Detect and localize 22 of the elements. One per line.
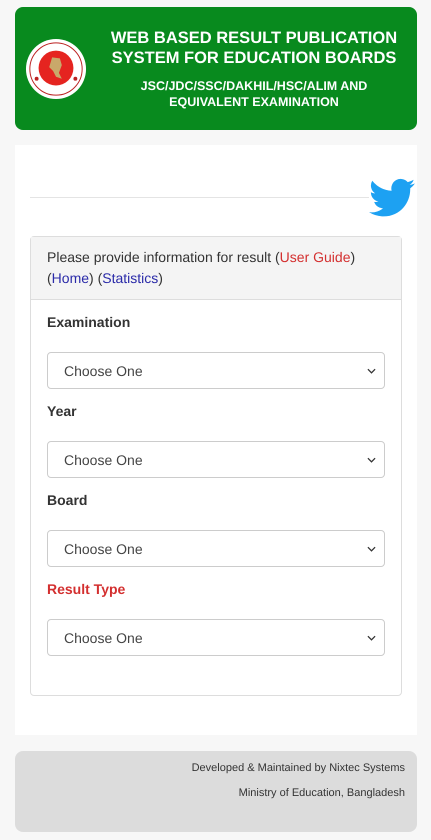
intro-text: Please provide information for result (User Guide) (Home) (Statistics): [47, 248, 356, 288]
dropdown-field[interactable]: Choose One: [47, 530, 385, 567]
chevron-icon: [367, 368, 376, 374]
field-label: Result Type: [47, 581, 126, 597]
dropdown-field[interactable]: Choose One: [47, 352, 385, 389]
chevron-icon: [367, 634, 376, 640]
site-subtitle: JSC/JDC/SSC/DAKHIL/HSC/ALIM AND EQUIVALENT EXAMINATION: [140, 78, 368, 110]
link[interactable]: User Guide: [280, 249, 350, 265]
footer-text: Ministry of Education, Bangladesh: [238, 786, 405, 800]
site-title: WEB BASED RESULT PUBLICATION SYSTEM FOR EDUCATION BOARDS: [110, 28, 398, 68]
bird-icon[interactable]: [369, 178, 415, 218]
chevron-icon: [367, 456, 376, 462]
footer-text: Developed & Maintained by Nixtec Systems: [190, 761, 405, 775]
field-label: Board: [47, 492, 88, 508]
dropdown-field[interactable]: Choose One: [47, 441, 385, 478]
field-label: Year: [47, 403, 78, 419]
dropdown-field[interactable]: Choose One: [47, 619, 385, 656]
chevron-icon: [367, 546, 376, 552]
field-label: Examination: [47, 314, 132, 330]
link[interactable]: Statistics: [102, 270, 158, 286]
link[interactable]: Home: [52, 270, 90, 286]
emblem-icon: [25, 38, 87, 100]
